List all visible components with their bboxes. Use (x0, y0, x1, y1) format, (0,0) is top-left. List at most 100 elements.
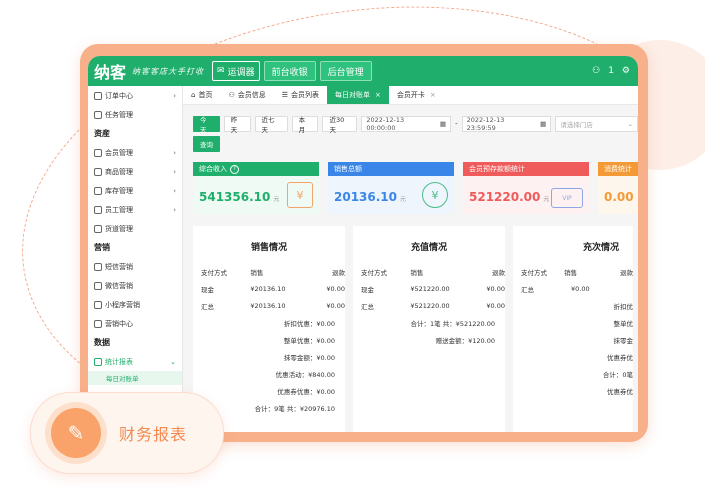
cell: ¥20136.10 (250, 284, 286, 293)
user-icon[interactable]: ⚇ (592, 66, 600, 76)
sidebar-item-label: 商品管理 (105, 167, 133, 176)
col-header: 销售 (410, 268, 424, 277)
chevron-right-icon: › (173, 186, 176, 195)
cell: 汇总 (361, 302, 374, 311)
channel-icon (94, 224, 102, 233)
sidebar-item-channels[interactable]: 货道管理 (88, 219, 182, 238)
cell: 现金 (201, 285, 214, 294)
sidebar-item-label: 短信营销 (105, 262, 133, 271)
query-button[interactable]: 查询 (193, 136, 220, 152)
store-select[interactable]: 请选择门店 ⌄ (555, 116, 638, 132)
sidebar-item-label: 小程序营销 (105, 300, 140, 309)
calendar-icon: ▦ (439, 120, 447, 128)
sidebar-item-inventory[interactable]: 库存管理 › (88, 181, 182, 200)
chevron-right-icon: › (173, 167, 176, 176)
chevron-right-icon: › (173, 205, 176, 214)
start-date-input[interactable]: 2022-12-13 00:00:00 ▦ (361, 116, 452, 132)
card-value-number: 521220.00 (469, 190, 541, 204)
summary-line: 优惠券优惠：¥0.00 (277, 387, 335, 396)
settings-icon[interactable]: ⚙ (622, 66, 630, 76)
col-header: 支付方式 (201, 268, 227, 277)
store-select-placeholder: 请选择门店 (560, 121, 593, 129)
receipt-icon: ¥ (287, 182, 313, 208)
sidebar-item-label: 会员管理 (105, 148, 133, 157)
summary-line: 折扣优惠：¥0.00 (283, 319, 335, 328)
end-date-input[interactable]: 2022-12-13 23:59:59 ▦ (461, 116, 552, 132)
range-7days-button[interactable]: 近七天 (254, 116, 288, 134)
cell: ¥0.00 (326, 301, 345, 310)
task-icon (94, 110, 102, 119)
sidebar-item-miniprogram[interactable]: 小程序营销 (88, 295, 182, 314)
tab-home[interactable]: ⌂ 首页 (183, 86, 220, 104)
marketing-icon (94, 319, 102, 328)
user-icon: ⚇ (228, 91, 235, 99)
staff-icon (94, 205, 102, 214)
sidebar-item-sms[interactable]: 短信营销 (88, 257, 182, 276)
report-panels: 销售情况 支付方式 销售 退款 现金 ¥20136.10 ¥0.00 汇总 ¥20136.… (193, 226, 633, 432)
sidebar-section-assets: 资産 (94, 129, 110, 138)
sidebar-item-label: 营销中心 (105, 319, 133, 328)
range-today-button[interactable]: 今天 (193, 116, 220, 134)
table-header: 支付方式 销售 退款 (513, 263, 633, 280)
sidebar-item-members[interactable]: 会员管理 › (88, 143, 182, 162)
summary-line: 合计：1笔 共：¥521220.00 (410, 319, 496, 328)
cell: 现金 (361, 285, 374, 294)
summary-line: 整单优惠：¥0.00 (283, 336, 335, 345)
card-header: 会员预存款额统计 (463, 162, 589, 176)
top-right-tools: ⚇ 1 ⚙ (592, 66, 638, 76)
report-icon (94, 357, 102, 366)
sidebar-section-marketing: 营销 (94, 243, 110, 252)
chevron-down-icon: ⌄ (627, 120, 633, 128)
sidebar: 订单中心 › 任务管理 资産 会员管理 › 商品管理 › 库存管理 › 员工管理 › 货道… (88, 86, 183, 432)
page-tabs: ⌂ 首页 ⚇ 会员信息 ☰ 会员列表 每日对账单 × 会员开卡 × (183, 86, 638, 105)
close-icon[interactable]: × (430, 91, 436, 99)
home-icon: ⌂ (191, 91, 196, 99)
card-sales-total: 销售总额 20136.10 元 ¥ (328, 162, 454, 214)
col-header: 支付方式 (521, 268, 547, 277)
help-icon[interactable]: ? (230, 164, 239, 174)
date-separator: - (455, 120, 458, 128)
tab-member-open-card[interactable]: 会员开卡 × (389, 86, 444, 104)
close-icon[interactable]: × (375, 91, 381, 99)
card-total-income: 综合收入? 541356.10 元 ¥ (193, 162, 319, 214)
range-month-button[interactable]: 本月 (291, 116, 319, 134)
card-title: 会员预存款额统计 (469, 165, 525, 173)
summary-line: 抹零金额：¥0.00 (283, 353, 335, 362)
col-header: 支付方式 (361, 268, 387, 277)
sidebar-item-marketing-center[interactable]: 营销中心 (88, 314, 182, 333)
function-button[interactable]: ✉ 运调器 (212, 61, 260, 81)
chevron-right-icon: › (173, 148, 176, 157)
sidebar-item-orders[interactable]: 订单中心 › (88, 86, 182, 105)
panel-title: 充值情况 (410, 243, 447, 253)
card-value-number: 541356.10 (199, 190, 271, 204)
sidebar-item-reports[interactable]: 统计报表 ⌄ (88, 352, 182, 371)
sidebar-item-label: 订单中心 (105, 91, 133, 100)
tab-daily-statement[interactable]: 每日对账单 × (327, 86, 389, 104)
range-30days-button[interactable]: 近30天 (322, 116, 358, 134)
table-row: 现金 ¥521220.00 ¥0.00 (353, 280, 505, 297)
tab-front-cashier[interactable]: 前台收银 (263, 61, 316, 81)
tab-back-admin[interactable]: 后台管理 (319, 61, 372, 81)
sidebar-subitem-daily-statement[interactable]: 每日对账单 (88, 371, 182, 385)
member-icon (94, 148, 102, 157)
panel-sales: 销售情况 支付方式 销售 退款 现金 ¥20136.10 ¥0.00 汇总 ¥20136.… (193, 226, 345, 432)
tab-member-list[interactable]: ☰ 会员列表 (274, 86, 327, 104)
sidebar-item-wechat[interactable]: 微信营销 (88, 276, 182, 295)
tab-label: 会员开卡 (396, 91, 425, 99)
app-window: 纳客 纳客客店大手打收 ✉ 运调器 前台收银 后台管理 ⚇ 1 ⚙ 订单中心 › … (88, 56, 638, 432)
card-value: 521220.00 元 (469, 190, 549, 204)
end-date-value: 2022-12-13 23:59:59 (466, 116, 505, 132)
vip-card-icon: VIP (551, 188, 583, 208)
range-yesterday-button[interactable]: 昨天 (223, 116, 251, 134)
sidebar-item-tasks[interactable]: 任务管理 (88, 105, 182, 124)
tab-member-info[interactable]: ⚇ 会员信息 (220, 86, 273, 104)
sidebar-item-staff[interactable]: 员工管理 › (88, 200, 182, 219)
card-header: 消费统计 (598, 162, 638, 176)
sidebar-item-label: 货道管理 (105, 224, 133, 233)
sms-icon (94, 262, 102, 271)
sidebar-item-products[interactable]: 商品管理 › (88, 162, 182, 181)
card-value: 0.00 (604, 190, 634, 204)
card-value-unit: 元 (273, 196, 280, 203)
panel-title: 充次情况 (582, 243, 619, 253)
list-icon: ☰ (281, 91, 289, 99)
